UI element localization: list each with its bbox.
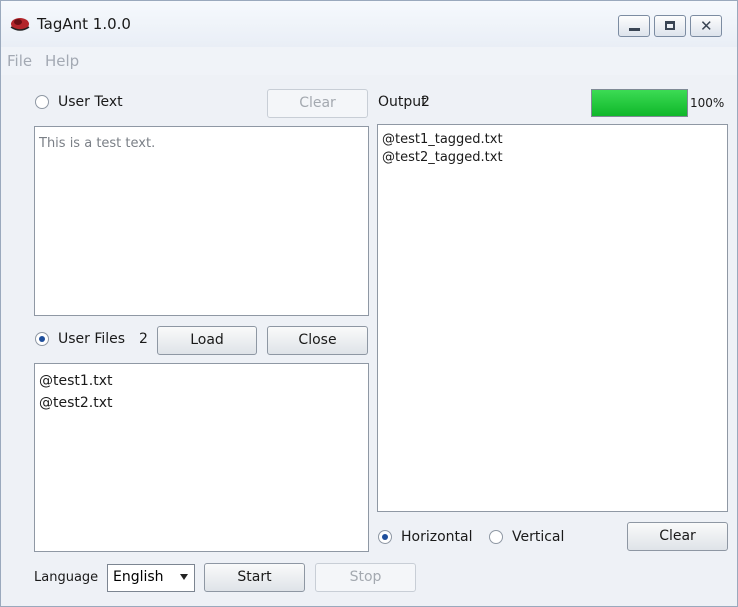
user-files-label: User Files [58,331,126,347]
maximize-button[interactable] [654,15,686,37]
app-logo-icon [9,15,31,31]
list-item[interactable]: @test1_tagged.txt [382,131,723,149]
user-text-label: User Text [58,94,123,110]
close-icon: ✕ [700,17,713,35]
minimize-icon [629,28,640,31]
progress-fill [592,90,687,116]
list-item[interactable]: @test2_tagged.txt [382,149,723,167]
title-bar: TagAnt 1.0.0 ✕ [1,1,737,47]
horizontal-label: Horizontal [401,529,473,545]
user-text-area[interactable]: This is a test text. [34,126,369,316]
user-text-radio[interactable] [35,95,49,109]
language-select[interactable]: English [107,564,195,592]
output-list[interactable]: @test1_tagged.txt @test2_tagged.txt [377,124,728,512]
chevron-down-icon [180,574,188,580]
output-clear-button[interactable]: Clear [627,522,728,551]
vertical-label: Vertical [512,529,565,545]
user-text-clear-button[interactable]: Clear [267,89,368,118]
output-count: 2 [421,94,430,110]
vertical-radio[interactable] [489,530,503,544]
window-title: TagAnt 1.0.0 [37,15,131,33]
user-text-content: This is a test text. [39,136,156,151]
user-files-radio[interactable] [35,332,49,346]
stop-button[interactable]: Stop [315,563,416,592]
list-item[interactable]: @test1.txt [39,370,364,392]
progress-bar [591,89,688,117]
output-label: Output [378,94,427,110]
language-selected-value: English [113,569,164,585]
load-button[interactable]: Load [157,326,257,355]
app-window: TagAnt 1.0.0 ✕ File Help User Text Clear… [0,0,738,607]
menu-file[interactable]: File [7,52,32,70]
language-label: Language [34,570,99,585]
user-files-count: 2 [139,331,148,347]
progress-percent: 100% [690,96,725,110]
horizontal-radio[interactable] [378,530,392,544]
start-button[interactable]: Start [204,563,305,592]
list-item[interactable]: @test2.txt [39,392,364,414]
close-window-button[interactable]: ✕ [690,15,722,37]
close-files-button[interactable]: Close [267,326,368,355]
minimize-button[interactable] [618,15,650,37]
menu-bar: File Help [1,47,737,75]
menu-help[interactable]: Help [45,52,79,70]
user-files-list[interactable]: @test1.txt @test2.txt [34,363,369,552]
maximize-icon [665,21,675,30]
